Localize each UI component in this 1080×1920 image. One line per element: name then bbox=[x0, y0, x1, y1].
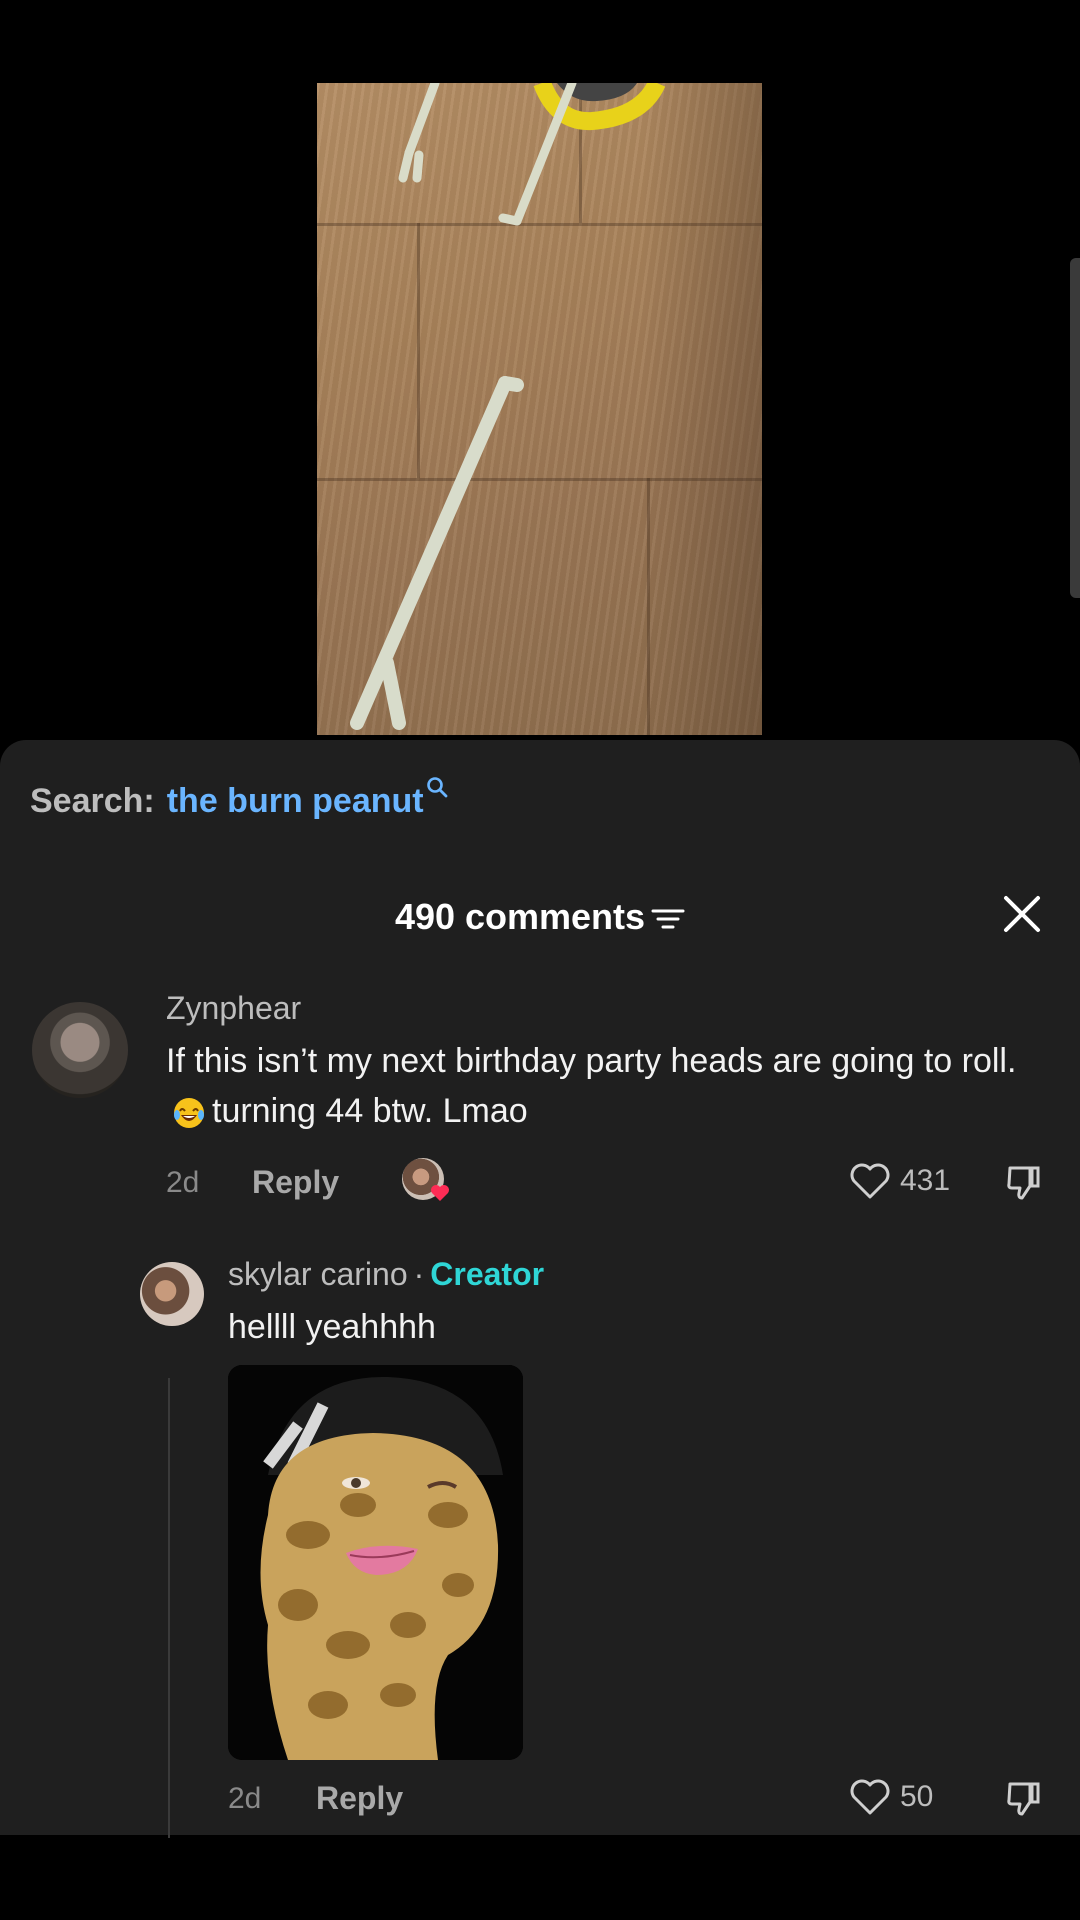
creator-badge: Creator bbox=[430, 1256, 545, 1292]
reply-author[interactable]: skylar carino bbox=[228, 1256, 408, 1292]
like-button[interactable]: 50 bbox=[848, 1774, 933, 1820]
comments-count: 490 comments bbox=[394, 896, 646, 937]
scroll-indicator[interactable] bbox=[1070, 258, 1080, 598]
like-count: 431 bbox=[900, 1164, 951, 1197]
app-screen: Search: the burn peanut 490 comments Zyn… bbox=[0, 0, 1080, 1920]
search-term-link[interactable]: the burn peanut bbox=[167, 782, 424, 821]
peanut-face-sticker[interactable] bbox=[228, 1365, 523, 1760]
sort-filter-icon[interactable] bbox=[651, 906, 685, 932]
comment-actions: 2d Reply 431 bbox=[166, 1158, 1046, 1208]
comments-sheet: Search: the burn peanut 490 comments Zyn… bbox=[0, 740, 1080, 1838]
separator-dot: · bbox=[413, 1256, 425, 1292]
close-icon[interactable] bbox=[1000, 892, 1044, 936]
search-suggestion[interactable]: Search: the burn peanut bbox=[30, 777, 448, 821]
dislike-icon[interactable] bbox=[1002, 1776, 1046, 1820]
search-prefix: Search: bbox=[30, 782, 155, 820]
heart-outline-icon[interactable] bbox=[848, 1161, 892, 1201]
creator-liked-avatar bbox=[402, 1158, 449, 1201]
reply-button[interactable]: Reply bbox=[252, 1164, 339, 1201]
comment-time: 2d bbox=[166, 1166, 200, 1199]
comment-text-part: If this isn’t my next birthday party hea… bbox=[166, 1042, 1017, 1080]
laughing-tears-emoji-icon bbox=[174, 1098, 204, 1129]
search-icon bbox=[426, 777, 448, 798]
heart-badge-icon bbox=[431, 1185, 449, 1201]
dislike-icon[interactable] bbox=[1002, 1160, 1046, 1204]
reply-button[interactable]: Reply bbox=[316, 1780, 403, 1817]
comment-text: If this isn’t my next birthday party hea… bbox=[166, 1036, 1056, 1136]
reply-actions: 2d Reply 50 bbox=[228, 1774, 1048, 1824]
comment-author[interactable]: Zynphear bbox=[166, 990, 301, 1027]
avatar[interactable] bbox=[32, 1002, 128, 1098]
thread-line bbox=[168, 1378, 170, 1838]
comments-header: 490 comments bbox=[0, 888, 1080, 948]
reply-time: 2d bbox=[228, 1782, 262, 1815]
comment-text-part: turning 44 btw. Lmao bbox=[212, 1092, 528, 1130]
video-preview[interactable] bbox=[317, 83, 762, 735]
reply-author-row: skylar carino · Creator bbox=[228, 1256, 544, 1293]
like-button[interactable]: 431 bbox=[848, 1158, 950, 1204]
heart-outline-icon[interactable] bbox=[848, 1777, 892, 1817]
like-count: 50 bbox=[900, 1780, 934, 1813]
reply-text: hellll yeahhhh bbox=[228, 1308, 436, 1346]
creator-avatar[interactable] bbox=[140, 1262, 204, 1326]
